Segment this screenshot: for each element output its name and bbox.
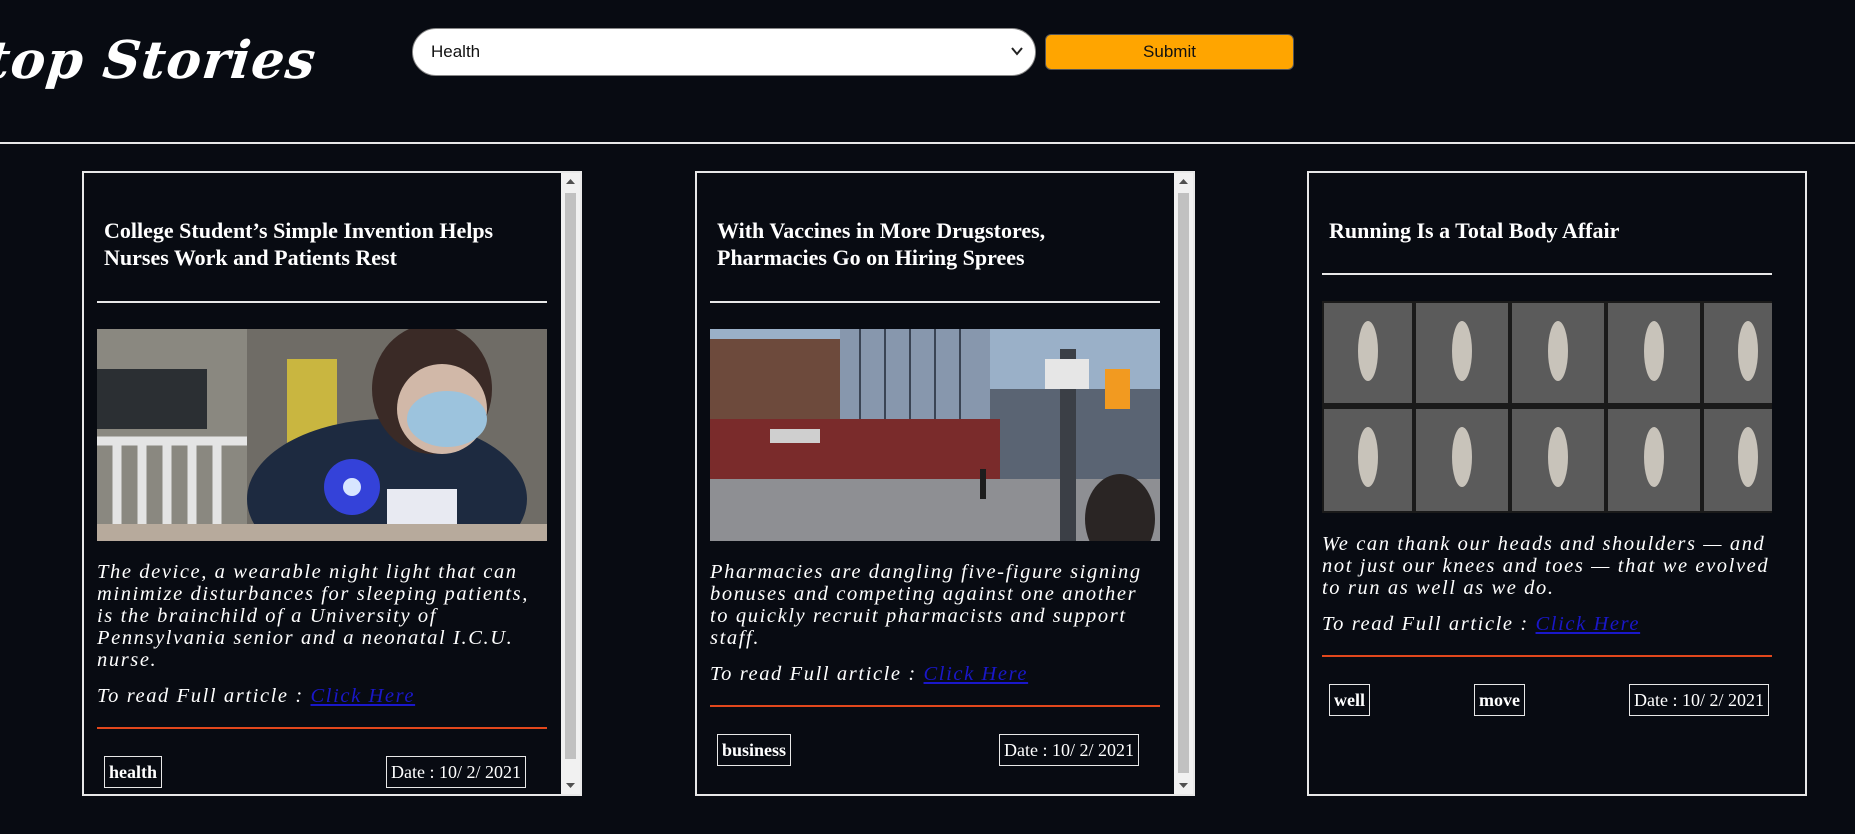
title-divider (1322, 273, 1772, 275)
category-select[interactable]: Health (412, 28, 1036, 76)
story-abstract: Pharmacies are dangling five-figure sign… (710, 561, 1142, 649)
story-card: Running Is a Total Body Affair We can th… (1307, 171, 1807, 796)
top-bar: top Stories Health Submit (0, 0, 1855, 144)
scroll-up-icon[interactable] (561, 173, 580, 190)
footer-divider (97, 727, 547, 729)
read-more: To read Full article : Click Here (1322, 613, 1772, 636)
story-abstract: The device, a wearable night light that … (97, 561, 529, 671)
read-more-label: To read Full article : (1322, 613, 1536, 635)
footer-divider (710, 705, 1160, 707)
story-title: College Student’s Simple Invention Helps… (104, 218, 494, 270)
read-more: To read Full article : Click Here (97, 685, 547, 708)
story-card: With Vaccines in More Drugstores, Pharma… (695, 171, 1195, 796)
story-image (97, 329, 547, 541)
submit-button[interactable]: Submit (1045, 34, 1294, 70)
read-more-label: To read Full article : (97, 685, 311, 707)
date-badge: Date : 10/ 2/ 2021 (999, 734, 1139, 766)
tag-badge[interactable]: health (104, 756, 163, 788)
tag-badge[interactable]: move (1474, 684, 1525, 716)
story-image (710, 329, 1160, 541)
scroll-thumb[interactable] (1178, 193, 1189, 773)
click-here-link[interactable]: Click Here (311, 685, 416, 707)
date-badge: Date : 10/ 2/ 2021 (1629, 684, 1769, 716)
scroll-down-icon[interactable] (561, 777, 580, 794)
read-more-label: To read Full article : (710, 663, 924, 685)
photo-pharmacy-street-icon (710, 329, 1160, 541)
date-badge: Date : 10/ 2/ 2021 (386, 756, 526, 788)
title-divider (97, 301, 547, 303)
chevron-down-icon (1011, 47, 1023, 56)
scroll-down-icon[interactable] (1174, 777, 1193, 794)
story-card: College Student’s Simple Invention Helps… (82, 171, 582, 796)
scroll-thumb[interactable] (565, 193, 576, 759)
photo-nurse-night-light-icon (97, 329, 547, 541)
scrollbar[interactable] (561, 173, 580, 794)
story-abstract: We can thank our heads and shoulders — a… (1322, 533, 1770, 599)
category-select-value: Health (431, 42, 481, 61)
read-more: To read Full article : Click Here (710, 663, 1160, 686)
tag-badge[interactable]: well (1329, 684, 1370, 716)
title-divider (710, 301, 1160, 303)
site-title: top Stories (0, 30, 320, 91)
story-title: With Vaccines in More Drugstores, Pharma… (717, 218, 1046, 270)
story-title: Running Is a Total Body Affair (1329, 218, 1620, 243)
tag-badge[interactable]: business (717, 734, 792, 766)
footer-divider (1322, 655, 1772, 657)
click-here-link[interactable]: Click Here (924, 663, 1029, 685)
photo-runner-sequence-icon (1322, 301, 1772, 513)
scrollbar[interactable] (1174, 173, 1193, 794)
story-image (1322, 301, 1772, 513)
scroll-up-icon[interactable] (1174, 173, 1193, 190)
click-here-link[interactable]: Click Here (1536, 613, 1641, 635)
